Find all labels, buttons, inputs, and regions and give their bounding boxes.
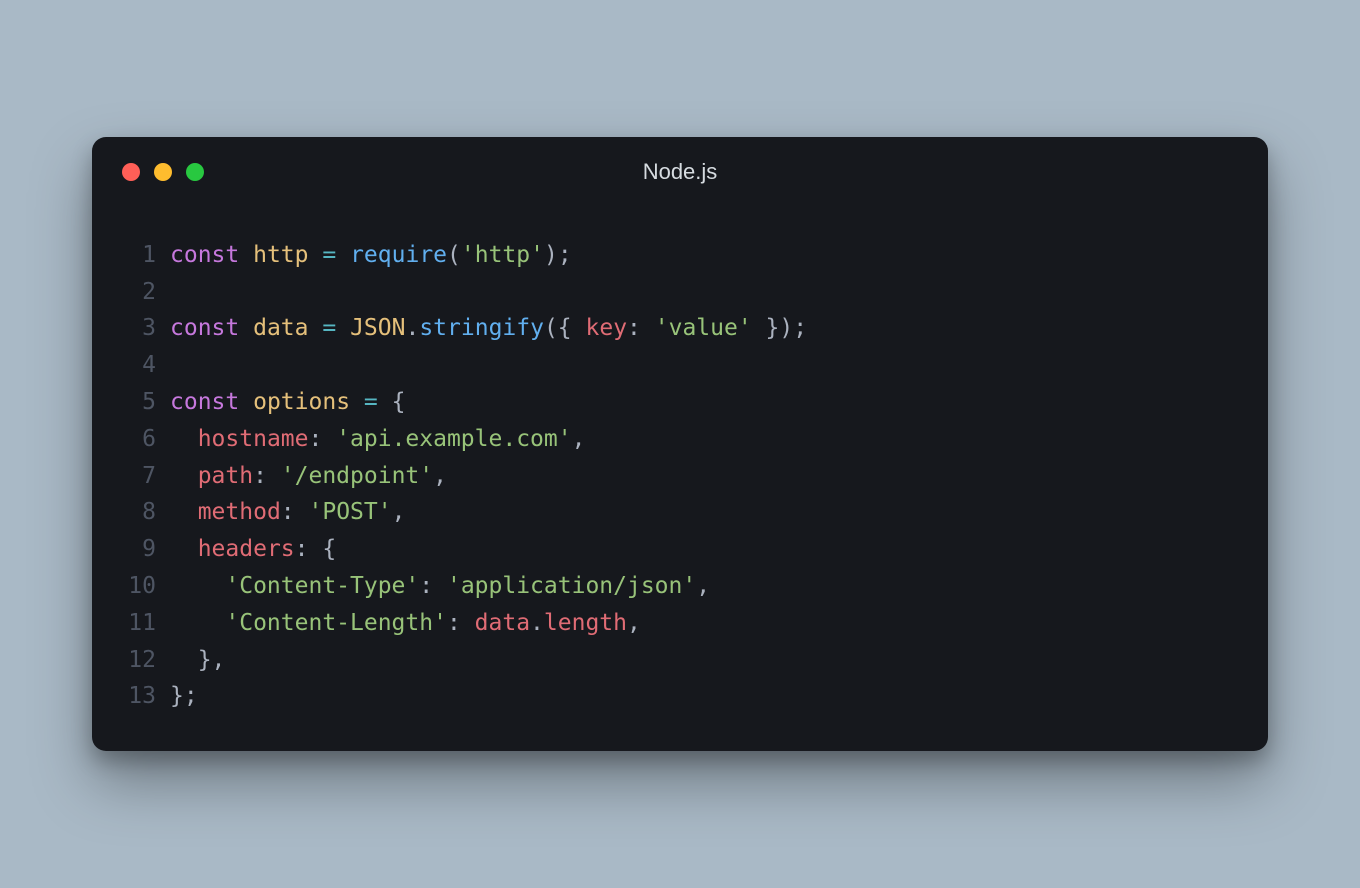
line-content: const data = JSON.stringify({ key: 'valu…: [170, 310, 807, 347]
line-content: path: '/endpoint',: [170, 458, 447, 495]
line-number: 12: [122, 642, 170, 679]
line-number: 9: [122, 531, 170, 568]
line-number: 5: [122, 384, 170, 421]
code-line[interactable]: 12 },: [122, 642, 1238, 679]
code-editor-window: Node.js 1const http = require('http');23…: [92, 137, 1268, 751]
code-line[interactable]: 9 headers: {: [122, 531, 1238, 568]
code-line[interactable]: 3const data = JSON.stringify({ key: 'val…: [122, 310, 1238, 347]
code-line[interactable]: 4: [122, 347, 1238, 384]
code-area[interactable]: 1const http = require('http');23const da…: [92, 207, 1268, 715]
line-content: 'Content-Length': data.length,: [170, 605, 641, 642]
titlebar: Node.js: [92, 137, 1268, 207]
line-content: },: [170, 642, 225, 679]
window-title: Node.js: [643, 159, 718, 185]
code-line[interactable]: 5const options = {: [122, 384, 1238, 421]
line-number: 8: [122, 494, 170, 531]
zoom-icon[interactable]: [186, 163, 204, 181]
line-content: method: 'POST',: [170, 494, 405, 531]
line-content: headers: {: [170, 531, 336, 568]
traffic-lights: [122, 137, 204, 207]
code-line[interactable]: 10 'Content-Type': 'application/json',: [122, 568, 1238, 605]
line-content: const http = require('http');: [170, 237, 572, 274]
code-line[interactable]: 2: [122, 274, 1238, 311]
line-content: const options = {: [170, 384, 405, 421]
code-line[interactable]: 1const http = require('http');: [122, 237, 1238, 274]
line-number: 6: [122, 421, 170, 458]
line-content: };: [170, 678, 198, 715]
line-number: 7: [122, 458, 170, 495]
minimize-icon[interactable]: [154, 163, 172, 181]
code-line[interactable]: 8 method: 'POST',: [122, 494, 1238, 531]
line-content: 'Content-Type': 'application/json',: [170, 568, 710, 605]
line-number: 10: [122, 568, 170, 605]
code-line[interactable]: 7 path: '/endpoint',: [122, 458, 1238, 495]
line-number: 3: [122, 310, 170, 347]
line-number: 13: [122, 678, 170, 715]
line-number: 2: [122, 274, 170, 311]
line-number: 11: [122, 605, 170, 642]
line-content: hostname: 'api.example.com',: [170, 421, 585, 458]
line-number: 1: [122, 237, 170, 274]
code-line[interactable]: 6 hostname: 'api.example.com',: [122, 421, 1238, 458]
line-number: 4: [122, 347, 170, 384]
code-line[interactable]: 13};: [122, 678, 1238, 715]
close-icon[interactable]: [122, 163, 140, 181]
code-line[interactable]: 11 'Content-Length': data.length,: [122, 605, 1238, 642]
